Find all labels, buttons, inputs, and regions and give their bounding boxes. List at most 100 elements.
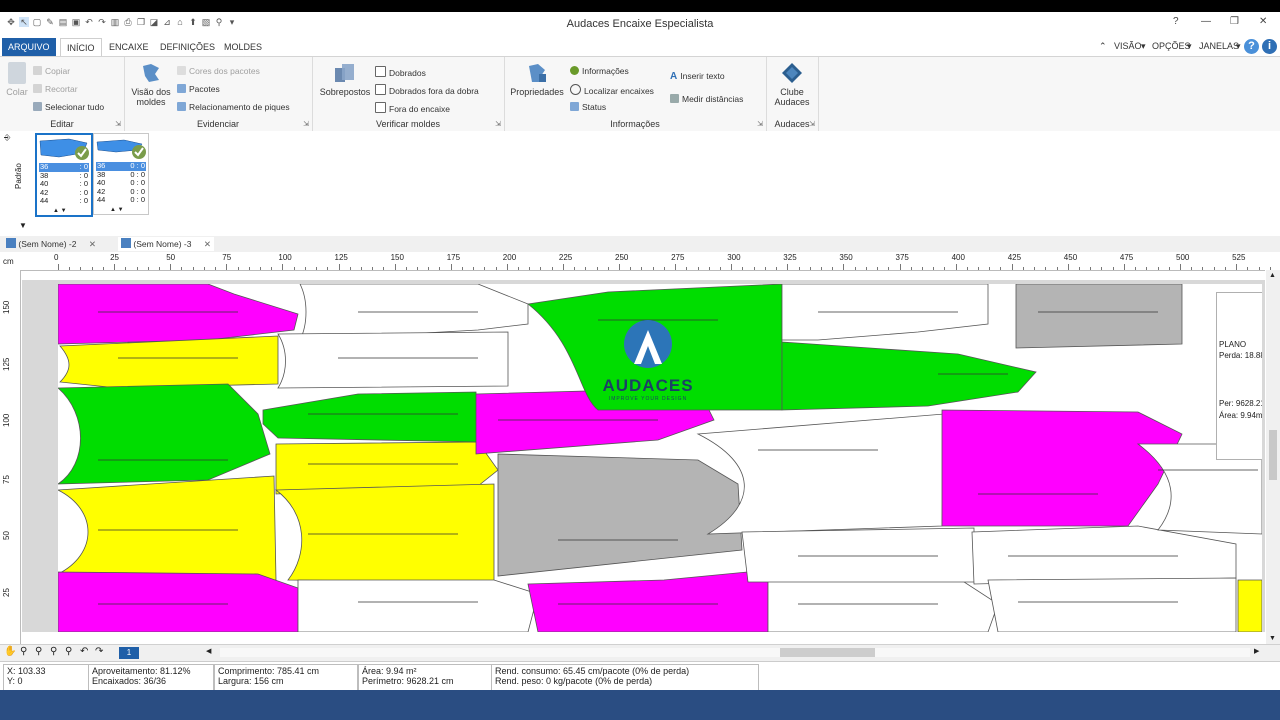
zoom-in-icon[interactable]: ⚲ [65, 646, 72, 657]
pattern-piece[interactable] [59, 335, 279, 389]
doc-tab-2[interactable]: (Sem Nome) -2 ✕ [6, 237, 96, 251]
marker-plan[interactable]: AUDACES IMPROVE YOUR DESIGN ⚲ PLANO Perd… [58, 284, 1262, 632]
tab-moldes[interactable]: MOLDES [218, 38, 268, 56]
dialog-launcher-icon[interactable]: ⇲ [757, 120, 763, 128]
scroll-thumb[interactable] [780, 648, 875, 657]
pan-icon[interactable]: ✋ [4, 646, 16, 657]
ruler-tick-label: 0 [54, 253, 59, 262]
triangle-down-icon[interactable]: ▼ [19, 221, 27, 230]
help-icon[interactable]: ? [1173, 16, 1179, 27]
pin-icon[interactable]: ⎆ [4, 133, 10, 143]
pattern-piece[interactable] [58, 571, 299, 632]
scroll-right-icon[interactable]: ▶ [1254, 647, 1259, 655]
pattern-piece[interactable] [274, 483, 495, 583]
relacionamento-button[interactable]: Relacionamento de piques [177, 102, 290, 112]
localizar-encaixes-button[interactable]: Localizar encaixes [570, 84, 654, 96]
pattern-piece[interactable] [781, 341, 1037, 411]
scroll-up-icon[interactable]: ▲ [1269, 272, 1276, 279]
pattern-piece[interactable] [741, 527, 975, 583]
selecionar-tudo-button[interactable]: Selecionar tudo [33, 102, 104, 112]
ruler-tick [192, 267, 194, 270]
cores-pacotes-button[interactable]: Cores dos pacotes [177, 66, 260, 76]
zoom-icon[interactable]: ⚲ [20, 646, 27, 657]
pattern-piece[interactable] [696, 413, 945, 535]
dobrados-fora-button[interactable]: Dobrados fora da dobra [375, 84, 479, 96]
propriedades-button[interactable]: Propriedades [508, 62, 566, 97]
scroll-down-icon[interactable]: ▼ [1269, 635, 1276, 642]
pattern-piece[interactable] [58, 383, 271, 485]
sobrepostos-button[interactable]: Sobrepostos [316, 62, 374, 97]
pattern-piece[interactable] [987, 577, 1237, 632]
pattern-piece[interactable] [58, 475, 277, 581]
size-row[interactable]: 44: 0 [39, 196, 89, 206]
scroll-left-icon[interactable]: ◀ [206, 647, 211, 655]
ruler-tick-label: 350 [839, 253, 853, 262]
tab-encaixe[interactable]: ENCAIXE [103, 38, 155, 56]
informacoes-button[interactable]: Informações [570, 66, 629, 76]
ruler-tick [731, 264, 733, 270]
status-button[interactable]: Status [570, 102, 606, 112]
pattern-piece[interactable] [527, 569, 769, 632]
close-icon[interactable]: ✕ [1259, 16, 1267, 27]
pattern-card[interactable]: 36 0 : 0 38 0 : 0 40 0 : 0 42 0 : 0 44 0 : 0 … [93, 133, 149, 215]
vertical-scrollbar[interactable]: ▲ ▼ [1266, 270, 1280, 644]
pattern-piece[interactable] [767, 577, 999, 632]
pattern-piece[interactable] [1015, 284, 1183, 349]
menu-opcoes[interactable]: OPÇÕES [1152, 41, 1191, 51]
tab-definicoes[interactable]: DEFINIÇÕES [154, 38, 221, 56]
recortar-button[interactable]: Recortar [33, 84, 78, 94]
medir-distancias-button[interactable]: Medir distâncias [670, 94, 743, 104]
size-row[interactable]: 44 0 : 0 [96, 195, 146, 205]
horizontal-scrollbar[interactable] [220, 648, 1250, 657]
dobrados-button[interactable]: Dobrados [375, 66, 426, 78]
zoom-fit-icon[interactable]: ⚲ [50, 646, 57, 657]
ruler-tick-label: 100 [2, 413, 11, 427]
menu-visao[interactable]: VISÃO [1114, 41, 1142, 51]
ruler-tick [1224, 267, 1226, 270]
plan-info-panel[interactable]: ⚲ PLANO Perda: 18.88% Per: 9628.21cm Áre… [1216, 292, 1262, 460]
menu-janelas[interactable]: JANELAS [1199, 41, 1239, 51]
colar-button[interactable]: Colar [4, 62, 30, 97]
scroll-arrows-icon[interactable]: ▲ ▼ [53, 208, 67, 214]
pattern-piece[interactable] [497, 453, 743, 577]
dialog-launcher-icon[interactable]: ⇲ [495, 120, 501, 128]
page-number[interactable]: 1 [119, 647, 139, 659]
close-icon[interactable]: ✕ [89, 239, 96, 249]
pattern-piece[interactable] [971, 525, 1237, 585]
scroll-arrows-icon[interactable]: ▲ ▼ [110, 207, 124, 213]
pattern-piece[interactable] [1237, 579, 1262, 632]
dialog-launcher-icon[interactable]: ⇲ [809, 120, 815, 128]
pattern-piece[interactable] [58, 284, 299, 345]
marker-board[interactable]: AUDACES IMPROVE YOUR DESIGN ⚲ PLANO Perd… [22, 280, 1265, 632]
dialog-launcher-icon[interactable]: ⇲ [303, 120, 309, 128]
pacotes-button[interactable]: Pacotes [177, 84, 220, 94]
pattern-card[interactable]: 36: 0 38: 0 40: 0 42: 0 44: 0 ▲ ▼ [35, 133, 93, 217]
doc-tab-3[interactable]: (Sem Nome) -3 ✕ [118, 237, 214, 251]
pattern-piece[interactable] [262, 391, 479, 443]
info-icon[interactable]: i [1262, 39, 1277, 54]
restore-icon[interactable]: ❐ [1230, 16, 1239, 27]
zoom-out-icon[interactable]: ⚲ [35, 646, 42, 657]
undo-view-icon[interactable]: ↶ [80, 646, 88, 657]
dialog-launcher-icon[interactable]: ⇲ [115, 120, 121, 128]
collapse-ribbon-icon[interactable]: ⌃ [1099, 41, 1107, 52]
palette-icon [177, 66, 186, 75]
fora-encaixe-button[interactable]: Fora do encaixe [375, 102, 450, 114]
ruler-tick [428, 267, 430, 270]
clube-audaces-button[interactable]: Clube Audaces [770, 62, 814, 107]
ruler-tick [158, 267, 160, 270]
tab-inicio[interactable]: INÍCIO [60, 38, 102, 57]
tab-arquivo[interactable]: ARQUIVO [2, 38, 56, 56]
minimize-icon[interactable]: — [1201, 16, 1211, 27]
pattern-piece[interactable] [941, 409, 1183, 527]
redo-view-icon[interactable]: ↷ [95, 646, 103, 657]
visao-moldes-button[interactable]: Visão dos moldes [130, 62, 172, 107]
ruler-tick [686, 267, 688, 270]
pattern-piece[interactable] [297, 579, 539, 632]
pattern-piece[interactable] [277, 331, 509, 389]
scroll-thumb[interactable] [1269, 430, 1277, 480]
close-icon[interactable]: ✕ [204, 239, 211, 249]
inserir-texto-button[interactable]: A Inserir texto [670, 71, 725, 82]
help-icon[interactable]: ? [1244, 39, 1259, 54]
copiar-button[interactable]: Copiar [33, 66, 70, 76]
